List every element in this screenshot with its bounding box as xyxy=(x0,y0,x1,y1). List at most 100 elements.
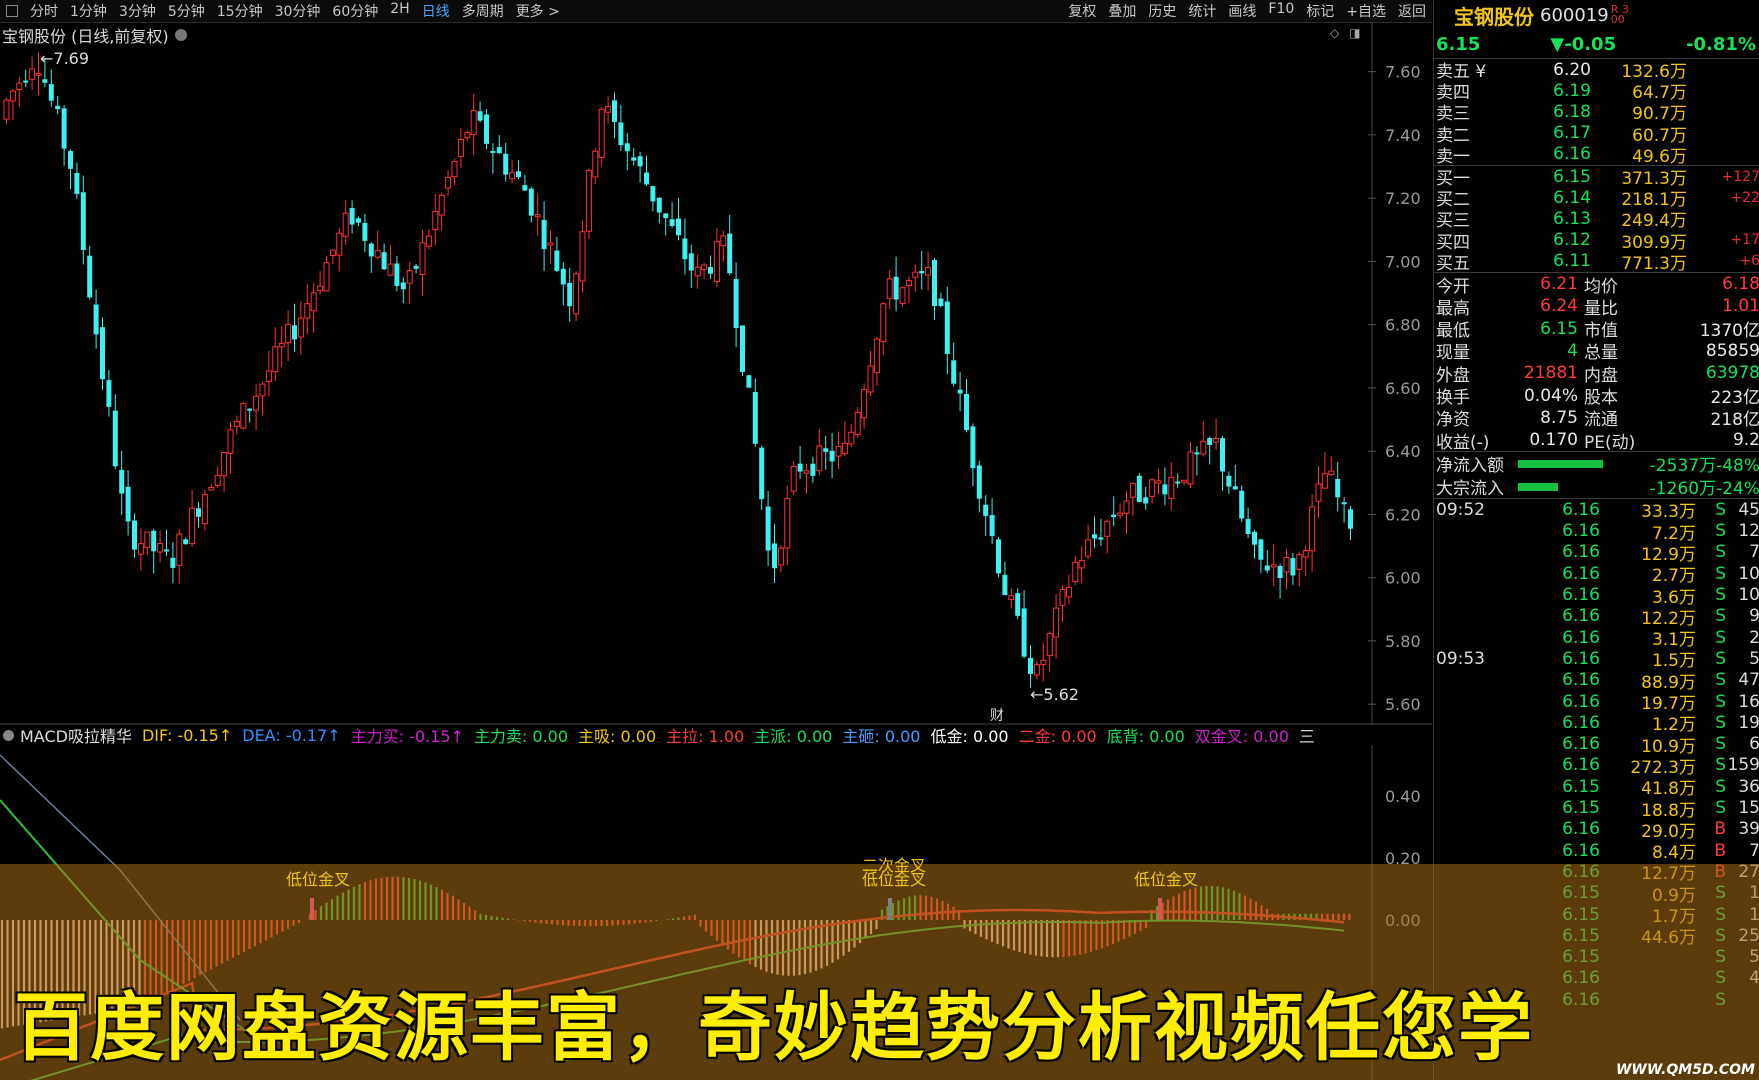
tick-count: 159 xyxy=(1727,755,1759,776)
candle xyxy=(208,483,215,491)
candle xyxy=(278,325,285,368)
level-delta: +22 xyxy=(1730,189,1759,206)
tick-row: 6.16 3.6万 S 10 xyxy=(1434,584,1759,608)
price-tick-label-5: 6.60 xyxy=(1385,379,1421,398)
candle xyxy=(214,466,221,488)
candle xyxy=(1232,464,1238,490)
candle xyxy=(253,384,260,431)
candle xyxy=(68,149,73,190)
level-price: 6.15 xyxy=(1553,166,1591,187)
candle xyxy=(496,135,502,155)
bid-row[interactable]: 买二 6.14 218.1万 +22 xyxy=(1434,187,1759,211)
ask-row[interactable]: 卖二 6.17 60.7万 xyxy=(1434,123,1759,146)
ask-book: 卖五 ¥6.20 132.6万 卖四 6.19 64.7万 卖三 6.18 90.7万 卖二 6.… xyxy=(1434,59,1759,167)
tick-count: 5 xyxy=(1749,648,1759,669)
info-label-2: 流通 xyxy=(1584,410,1618,431)
bid-row[interactable]: 买四 6.12 309.9万 +17 xyxy=(1434,230,1759,253)
info-value-2: 9.2 xyxy=(1732,430,1759,451)
candle xyxy=(387,245,394,276)
candle xyxy=(1315,466,1322,519)
ask-row[interactable]: 卖三 6.18 90.7万 xyxy=(1434,101,1759,125)
candle xyxy=(164,529,169,557)
info-row: 换手 0.04% 股本 223亿 xyxy=(1434,384,1759,409)
bid-row[interactable]: 买一 6.15 371.3万 +127 xyxy=(1434,166,1759,190)
candle xyxy=(1040,642,1047,682)
candle xyxy=(374,230,381,260)
candle xyxy=(1348,505,1353,540)
tick-count: 7 xyxy=(1749,542,1759,563)
info-row: 现量 4 总量 85859 xyxy=(1434,340,1759,364)
tick-side: S xyxy=(1715,670,1726,691)
info-label: 收益(-) xyxy=(1436,432,1490,453)
info-value-2: 223亿 xyxy=(1710,388,1759,409)
macd-tick-label-1: 0.20 xyxy=(1385,849,1421,868)
tick-side: S xyxy=(1715,947,1726,968)
ask-row[interactable]: 卖四 6.19 64.7万 xyxy=(1434,80,1759,104)
candle xyxy=(157,530,164,563)
candle xyxy=(1220,435,1225,491)
tick-row: 6.16 10.9万 S 6 xyxy=(1434,734,1759,757)
tick-price: 6.16 xyxy=(1562,648,1600,669)
index-tag: R 300 xyxy=(1610,3,1629,26)
info-label-2: 量比 xyxy=(1584,298,1618,319)
candle xyxy=(1002,561,1008,596)
tick-side: S xyxy=(1715,648,1726,669)
tick-row: 6.16 8.4万 B 7 xyxy=(1434,840,1759,864)
tick-count: 16 xyxy=(1738,691,1759,712)
candle xyxy=(1033,660,1040,680)
info-label: 外盘 xyxy=(1436,365,1470,386)
tick-price: 6.16 xyxy=(1562,691,1600,712)
candle xyxy=(1277,563,1283,599)
menu-icon[interactable]: 三 xyxy=(1299,723,1315,747)
tick-side: S xyxy=(1715,712,1726,733)
tick-list[interactable]: 09:52 6.16 33.3万 S 45 6.16 7.2万 S 12 6.16 12.9万 S 7 6… xyxy=(1434,499,1759,1010)
tick-price: 6.16 xyxy=(1562,712,1600,733)
flow-value: -2537万-48% xyxy=(1649,456,1759,477)
candle xyxy=(1200,421,1207,457)
candle xyxy=(144,531,151,556)
candle xyxy=(1283,548,1290,590)
candle xyxy=(516,160,521,180)
info-row: 今开 6.21 均价 6.18 xyxy=(1434,273,1759,297)
tick-row: 6.16 12.7万 B 27 xyxy=(1434,861,1759,885)
candle xyxy=(810,456,816,483)
tick-row: 6.16 29.0万 B 39 xyxy=(1434,819,1759,842)
candle xyxy=(560,262,566,306)
candle xyxy=(733,262,739,348)
ask-row[interactable]: 卖一 6.16 49.6万 xyxy=(1434,144,1759,167)
candle xyxy=(1245,507,1251,539)
price-tick-label-9: 5.80 xyxy=(1385,632,1421,651)
level-price: 6.17 xyxy=(1553,123,1591,144)
bid-row[interactable]: 买三 6.13 249.4万 xyxy=(1434,208,1759,232)
tick-price: 6.16 xyxy=(1562,627,1600,648)
candle xyxy=(873,336,880,386)
candle xyxy=(694,254,701,289)
candle xyxy=(669,202,675,228)
price-tick-label-4: 6.80 xyxy=(1385,316,1421,335)
candle xyxy=(790,461,797,496)
candle xyxy=(951,342,957,387)
flow-row: 净流入额 -2537万-48% xyxy=(1434,452,1759,477)
tick-row: 09:53 6.16 1.5万 S 5 xyxy=(1434,648,1759,672)
candle xyxy=(445,170,452,196)
info-row: 净资 8.75 流通 218亿 xyxy=(1434,407,1759,431)
candle xyxy=(272,327,279,381)
candle xyxy=(1162,467,1168,506)
candle xyxy=(1270,543,1277,587)
candle xyxy=(777,545,784,573)
ask-row[interactable]: 卖五 ¥6.20 132.6万 xyxy=(1434,59,1759,83)
candle xyxy=(406,262,413,305)
level-price: 6.13 xyxy=(1553,208,1591,229)
candle xyxy=(29,56,36,91)
bid-row[interactable]: 买五 6.11 771.3万 +6 xyxy=(1434,251,1759,274)
kline-chart[interactable]: 7.60 7.40 7.20 7.00 6.80 6.60 6.40 6.20 6.00 5.80… xyxy=(0,0,1432,1080)
candle xyxy=(1136,473,1142,503)
candle xyxy=(349,200,355,234)
info-label: 最低 xyxy=(1436,321,1470,342)
tick-price: 6.16 xyxy=(1562,542,1600,563)
candle xyxy=(451,158,458,186)
level-label: 买五 xyxy=(1436,253,1470,274)
candle xyxy=(746,374,752,389)
indicator-settings-icon[interactable] xyxy=(3,729,14,741)
candle xyxy=(470,93,477,155)
